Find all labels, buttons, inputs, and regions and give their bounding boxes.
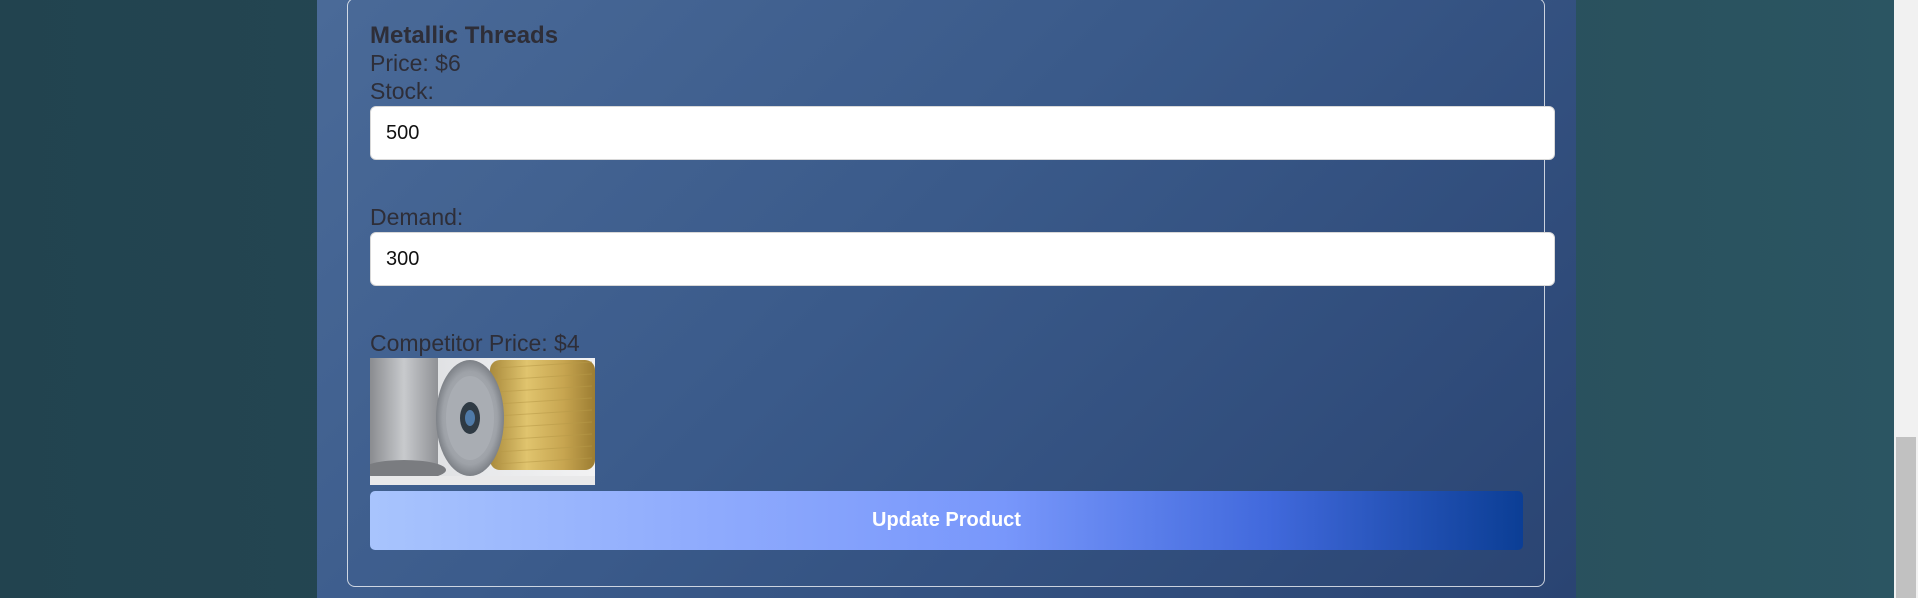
demand-input[interactable] [370,232,1555,286]
product-price: Price: $6 [370,50,461,76]
competitor-price: Competitor Price: $4 [370,330,580,356]
product-image [370,358,595,485]
update-product-button[interactable]: Update Product [370,491,1523,550]
product-name: Metallic Threads [370,22,559,49]
stock-input[interactable] [370,106,1555,160]
scrollbar-thumb[interactable] [1896,437,1916,598]
demand-label: Demand: [370,204,464,230]
stock-label: Stock: [370,78,434,104]
